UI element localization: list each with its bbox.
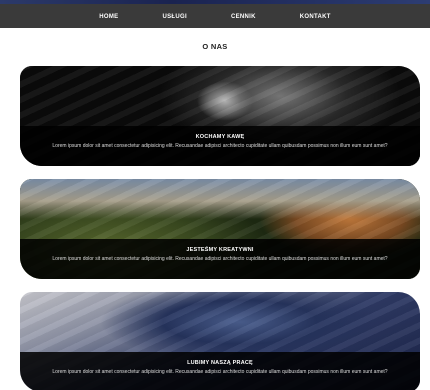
main-nav: HOME USŁUGI CENNIK KONTAKT (0, 8, 430, 26)
card-caption: KOCHAMY KAWĘ Lorem ipsum dolor sit amet … (20, 126, 420, 166)
card-text: Lorem ipsum dolor sit amet consectetur a… (52, 369, 388, 375)
card-title: KOCHAMY KAWĘ (195, 134, 245, 140)
card-title: LUBIMY NASZĄ PRACĘ (187, 360, 253, 366)
nav-item-kontakt[interactable]: KONTAKT (300, 8, 331, 26)
card-title: JESTEŚMY KREATYWNI (186, 247, 254, 253)
nav-item-cennik[interactable]: CENNIK (231, 8, 256, 26)
card-text: Lorem ipsum dolor sit amet consectetur a… (52, 256, 388, 262)
card-caption: LUBIMY NASZĄ PRACĘ Lorem ipsum dolor sit… (20, 352, 420, 390)
about-card-work: LUBIMY NASZĄ PRACĘ Lorem ipsum dolor sit… (20, 292, 420, 390)
card-caption: JESTEŚMY KREATYWNI Lorem ipsum dolor sit… (20, 239, 420, 279)
about-card-creative: JESTEŚMY KREATYWNI Lorem ipsum dolor sit… (20, 179, 420, 279)
nav-item-home[interactable]: HOME (99, 8, 118, 26)
section-title: O NAS (202, 42, 228, 51)
card-text: Lorem ipsum dolor sit amet consectetur a… (52, 143, 388, 149)
about-card-coffee: KOCHAMY KAWĘ Lorem ipsum dolor sit amet … (20, 66, 420, 166)
top-navigation-bar: HOME USŁUGI CENNIK KONTAKT (0, 0, 430, 28)
nav-item-uslugi[interactable]: USŁUGI (162, 8, 186, 26)
